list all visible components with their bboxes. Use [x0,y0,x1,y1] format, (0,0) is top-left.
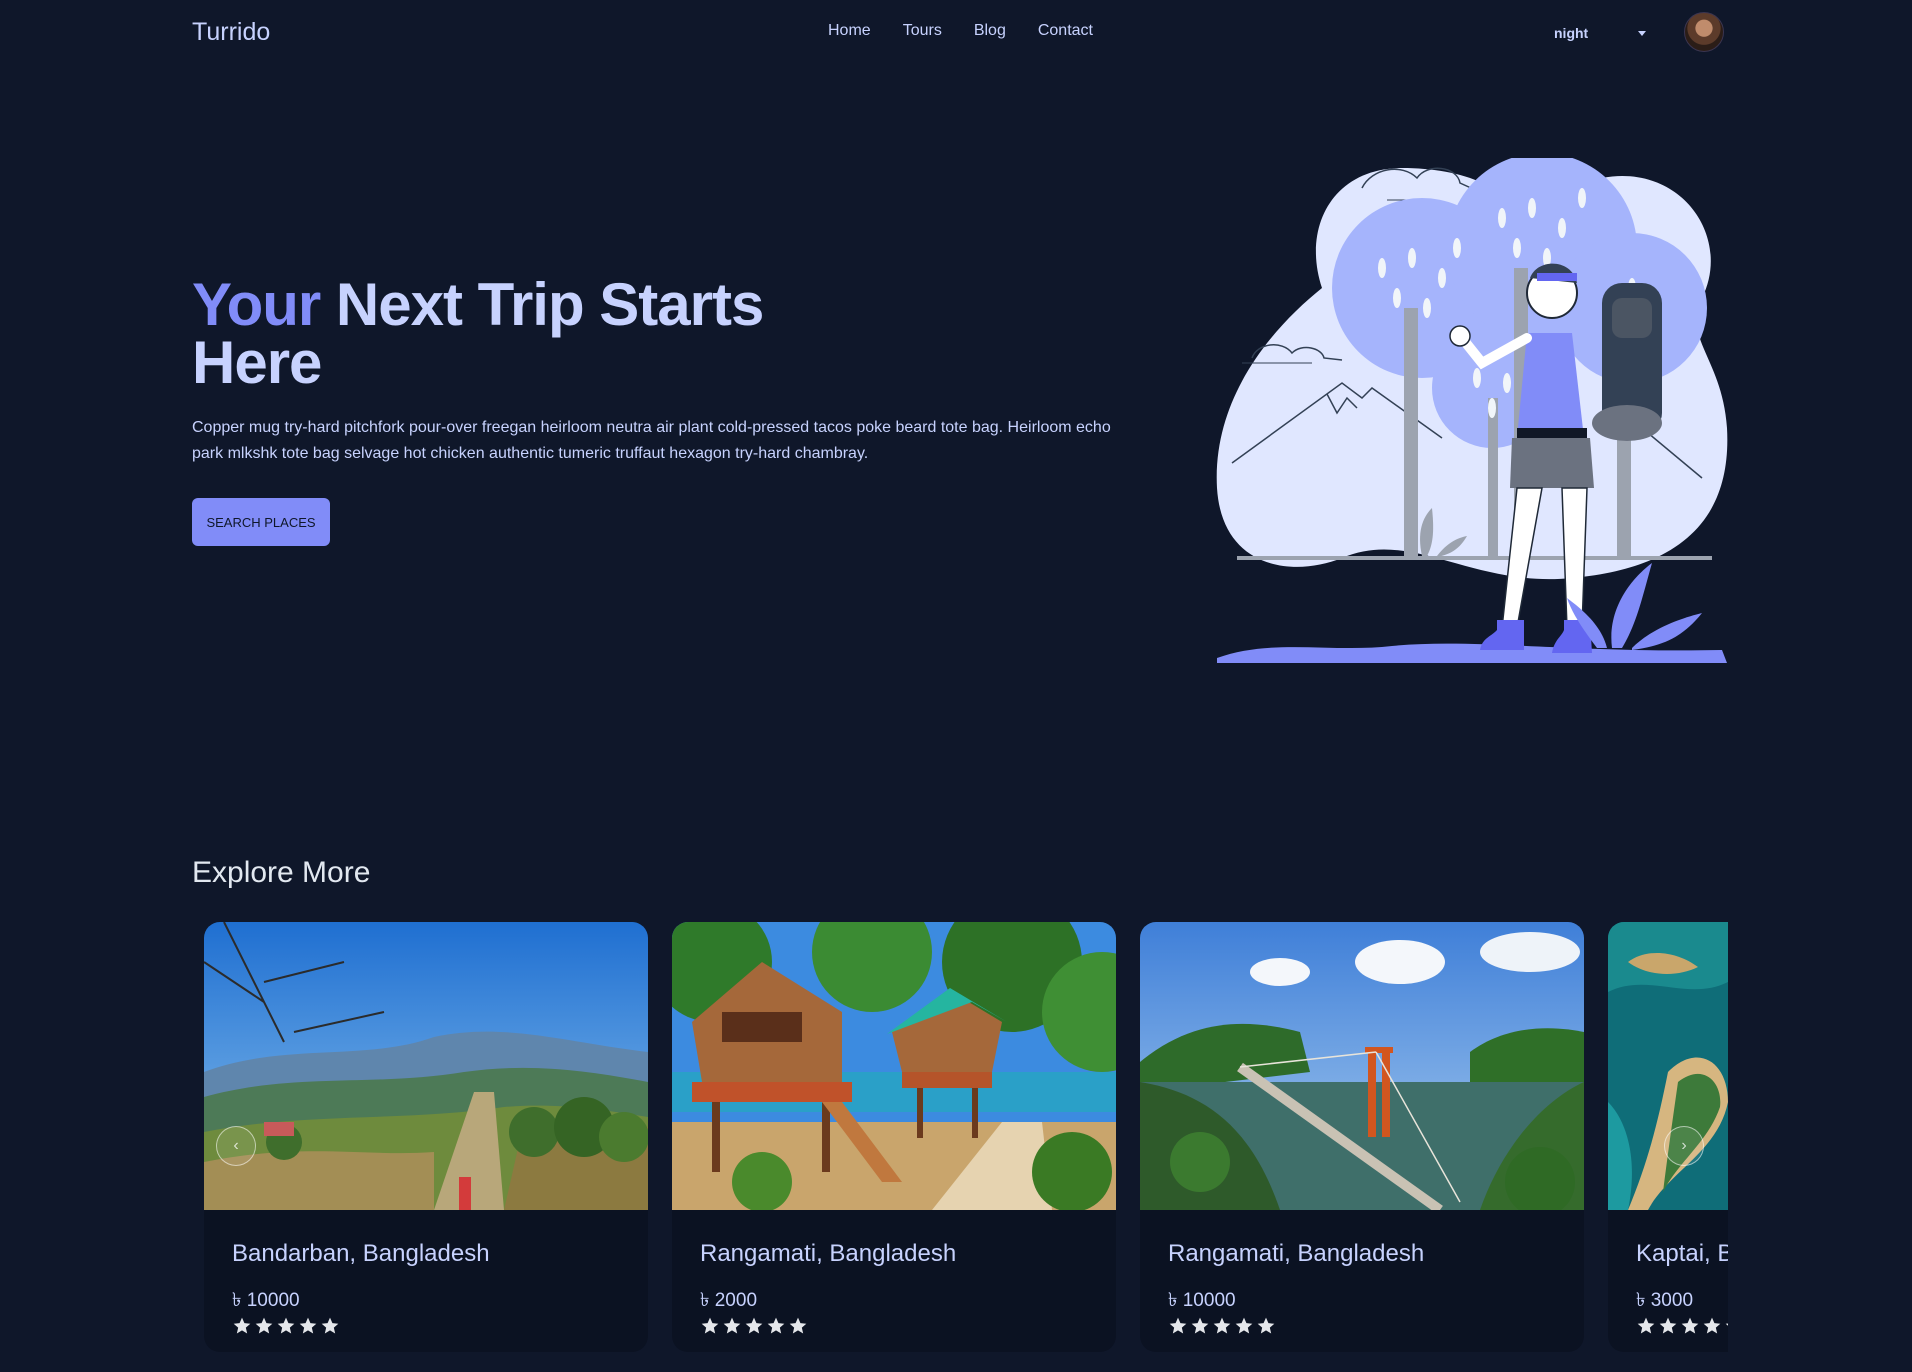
rating-stars [232,1316,340,1336]
star-icon [1681,1317,1699,1334]
tour-card-price: ৳ 2000 [700,1290,758,1311]
nav-home[interactable]: Home [828,22,871,40]
rating-stars [700,1316,808,1336]
star-icon [767,1317,785,1334]
tour-image [672,922,1116,1210]
hero-title: Your Next Trip Starts Here [192,275,892,393]
star-icon [321,1317,339,1334]
tour-card-title: Rangamati, Bangladesh [1168,1240,1425,1267]
tour-image [1608,922,1728,1210]
star-icon [1191,1317,1209,1334]
nav-links: Home Tours Blog Contact [828,22,1093,40]
tour-image [204,922,648,1210]
star-icon [1257,1317,1275,1334]
star-icon [723,1317,741,1334]
avatar[interactable] [1684,12,1724,52]
tour-carousel: Bandarban, Bangladesh ৳ 10000 Rangamati,… [192,912,1728,1352]
theme-select[interactable]: night [1540,18,1650,48]
brand-logo[interactable]: Turrido [192,18,270,47]
tour-image [1140,922,1584,1210]
star-icon [1725,1323,1728,1326]
star-icon [1235,1317,1253,1334]
star-icon [233,1317,251,1334]
theme-select-value: night [1554,25,1589,41]
tour-card-title: Kaptai, Bangladesh [1636,1240,1728,1267]
tour-card-price: ৳ 10000 [1168,1290,1236,1311]
tour-card[interactable]: Bandarban, Bangladesh ৳ 10000 [204,922,648,1352]
nav-contact[interactable]: Contact [1038,22,1093,40]
tour-card-price: ৳ 3000 [1636,1290,1694,1311]
chevron-left-icon: ‹ [233,1137,239,1154]
star-icon [1169,1317,1187,1334]
hero-title-accent: Your [192,271,321,338]
rating-stars [1168,1316,1276,1336]
star-icon [255,1317,273,1334]
carousel-prev-button[interactable]: ‹ [216,1126,256,1166]
tour-card[interactable]: Rangamati, Bangladesh ৳ 10000 [1140,922,1584,1352]
tour-card-price: ৳ 10000 [232,1290,300,1311]
star-icon [299,1317,317,1334]
tour-card-title: Rangamati, Bangladesh [700,1240,957,1267]
star-icon [1659,1317,1677,1334]
hiker-illustration [1216,158,1728,663]
tour-card-title: Bandarban, Bangladesh [232,1240,490,1267]
star-icon [1637,1317,1655,1334]
chevron-down-icon [1638,30,1646,36]
star-icon [1213,1317,1231,1334]
rating-stars [1636,1316,1728,1336]
nav-tours[interactable]: Tours [903,22,942,40]
star-icon [745,1317,763,1334]
navbar: Turrido Home Tours Blog Contact night [0,0,1912,68]
chevron-right-icon: › [1681,1137,1687,1154]
tour-card[interactable]: Rangamati, Bangladesh ৳ 2000 [672,922,1116,1352]
search-places-button[interactable]: SEARCH PLACES [192,498,330,546]
carousel-next-button[interactable]: › [1664,1126,1704,1166]
star-icon [789,1317,807,1334]
explore-title: Explore More [192,856,371,889]
star-icon [701,1317,719,1334]
hero-description: Copper mug try-hard pitchfork pour-over … [192,419,1111,462]
star-icon [1703,1317,1721,1334]
nav-blog[interactable]: Blog [974,22,1006,40]
star-icon [277,1317,295,1334]
